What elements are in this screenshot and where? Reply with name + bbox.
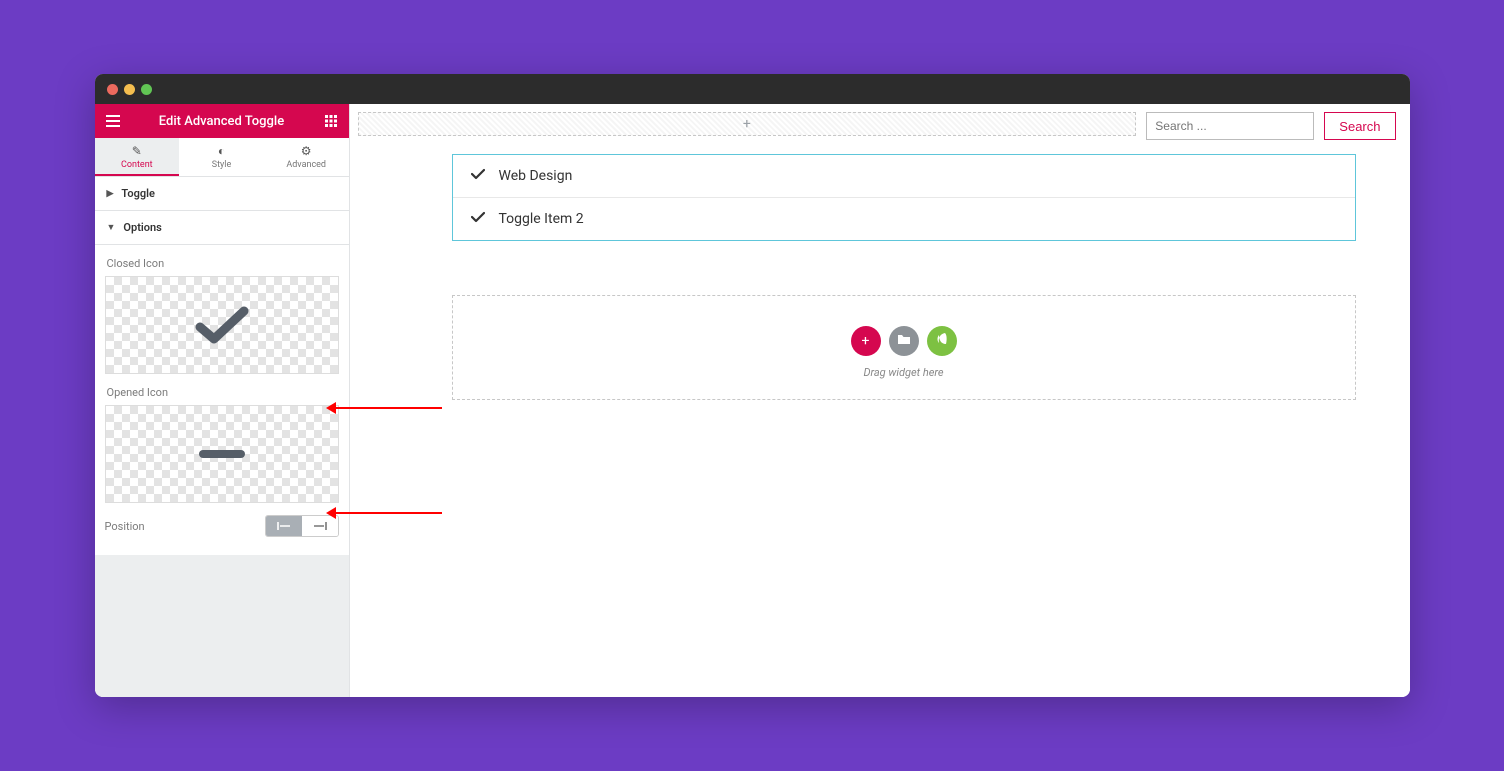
annotation-arrow (330, 512, 442, 514)
folder-icon (897, 333, 911, 349)
check-icon (194, 303, 250, 347)
tab-label: Content (121, 160, 153, 170)
opened-icon-picker[interactable] (105, 405, 339, 503)
tab-style[interactable]: ◐ Style (179, 138, 264, 176)
sidebar-spacer (95, 555, 349, 697)
dropzone-buttons: + (453, 326, 1355, 356)
add-section-button[interactable]: + (851, 326, 881, 356)
envato-button[interactable] (927, 326, 957, 356)
toggle-item[interactable]: Toggle Item 2 (453, 198, 1355, 240)
editor-sidebar: Edit Advanced Toggle ✎ Content ◐ Style ⚙… (95, 104, 350, 697)
search-input[interactable] (1146, 112, 1314, 140)
caret-right-icon: ▶ (107, 189, 114, 199)
section-label: Options (123, 221, 161, 234)
window-titlebar (95, 74, 1410, 104)
section-options[interactable]: ▼ Options (95, 211, 349, 245)
position-left[interactable] (266, 516, 302, 536)
caret-down-icon: ▼ (107, 222, 116, 233)
canvas-area: + Search Web Design Toggle Item 2 (350, 104, 1410, 697)
check-icon (471, 211, 485, 227)
tab-label: Style (212, 160, 232, 170)
toggle-item[interactable]: Web Design (453, 155, 1355, 198)
add-section-strip[interactable]: + (358, 112, 1137, 136)
close-window-button[interactable] (107, 84, 118, 95)
toggle-item-label: Web Design (499, 168, 573, 184)
section-label: Toggle (121, 187, 154, 200)
closed-icon-picker[interactable] (105, 276, 339, 374)
align-left-icon (277, 521, 291, 531)
advanced-toggle-widget[interactable]: Web Design Toggle Item 2 (452, 154, 1356, 241)
closed-icon-label: Closed Icon (95, 245, 349, 276)
maximize-window-button[interactable] (141, 84, 152, 95)
align-right-icon (313, 521, 327, 531)
widget-dropzone[interactable]: + Drag widget here (452, 295, 1356, 400)
position-row: Position (95, 503, 349, 549)
sidebar-header: Edit Advanced Toggle (95, 104, 349, 138)
gear-icon: ⚙ (264, 144, 349, 158)
check-icon (471, 168, 485, 184)
minimize-window-button[interactable] (124, 84, 135, 95)
opened-icon-label: Opened Icon (95, 374, 349, 405)
toggle-item-label: Toggle Item 2 (499, 211, 584, 227)
annotation-arrow (330, 407, 442, 409)
tab-advanced[interactable]: ⚙ Advanced (264, 138, 349, 176)
sidebar-tabs: ✎ Content ◐ Style ⚙ Advanced (95, 138, 349, 177)
position-right[interactable] (302, 516, 338, 536)
contrast-icon: ◐ (179, 144, 264, 158)
sidebar-title: Edit Advanced Toggle (159, 114, 284, 129)
minus-icon (197, 448, 247, 460)
tab-label: Advanced (286, 160, 326, 170)
window-controls (107, 84, 152, 95)
search-button[interactable]: Search (1324, 112, 1395, 140)
leaf-icon (936, 332, 948, 350)
app-window: Edit Advanced Toggle ✎ Content ◐ Style ⚙… (95, 74, 1410, 697)
drag-hint-text: Drag widget here (453, 366, 1355, 379)
plus-icon: + (743, 116, 751, 132)
panel-grid-icon[interactable] (321, 111, 341, 131)
plus-icon: + (862, 333, 870, 349)
pencil-icon: ✎ (95, 144, 180, 158)
menu-icon[interactable] (103, 111, 123, 131)
tab-content[interactable]: ✎ Content (95, 138, 180, 176)
canvas-topbar: + Search (350, 104, 1410, 140)
app-body: Edit Advanced Toggle ✎ Content ◐ Style ⚙… (95, 104, 1410, 697)
position-label: Position (105, 520, 145, 533)
section-toggle[interactable]: ▶ Toggle (95, 177, 349, 211)
template-library-button[interactable] (889, 326, 919, 356)
